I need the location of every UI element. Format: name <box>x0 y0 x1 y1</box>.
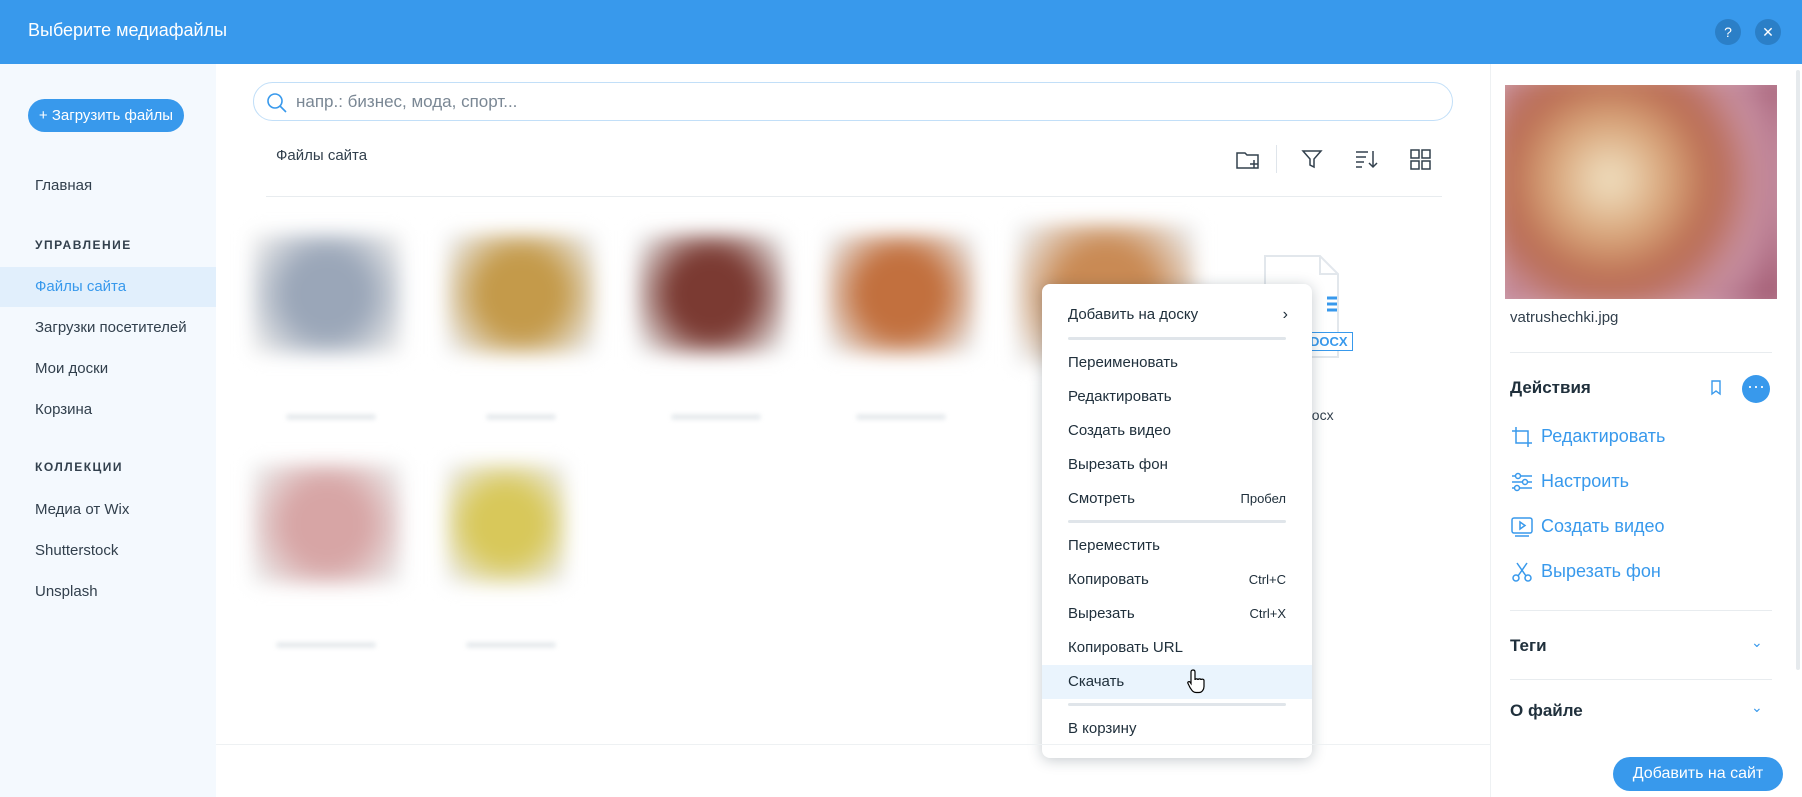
menu-item-label: Смотреть <box>1068 490 1135 507</box>
footer-divider <box>216 744 1490 745</box>
more-actions-button[interactable]: ··· <box>1742 375 1770 403</box>
sidebar-item-my-boards[interactable]: Мои доски <box>0 349 216 389</box>
menu-item-copy-url[interactable]: Копировать URL <box>1042 631 1312 665</box>
help-button[interactable]: ? <box>1715 19 1741 45</box>
sliders-icon <box>1512 472 1532 492</box>
close-button[interactable]: ✕ <box>1755 19 1781 45</box>
action-label: Настроить <box>1541 471 1629 491</box>
submenu-arrow-icon: › <box>1282 306 1288 323</box>
action-label: Редактировать <box>1541 426 1666 446</box>
media-thumbnail[interactable] <box>252 234 402 354</box>
menu-item-rename[interactable]: Переименовать <box>1042 346 1312 380</box>
breadcrumb: Файлы сайта <box>276 147 368 164</box>
menu-separator <box>1068 520 1286 523</box>
toolbar-divider <box>1276 145 1277 173</box>
search-box[interactable] <box>253 82 1453 121</box>
shortcut-label: Ctrl+C <box>1248 572 1286 587</box>
menu-item-remove-background[interactable]: Вырезать фон <box>1042 448 1312 482</box>
menu-item-label: Редактировать <box>1068 388 1172 405</box>
sidebar-item-trash[interactable]: Корзина <box>0 390 216 430</box>
search-input[interactable] <box>294 89 1434 115</box>
thumbnail-caption <box>286 414 376 420</box>
menu-item-view[interactable]: Смотреть Пробел <box>1042 482 1312 516</box>
menu-item-cut[interactable]: Вырезать Ctrl+X <box>1042 597 1312 631</box>
section-manage: УПРАВЛЕНИЕ <box>35 238 132 252</box>
about-file-heading[interactable]: О файле <box>1510 701 1583 721</box>
thumbnail-caption <box>671 414 761 420</box>
add-to-site-button[interactable]: Добавить на сайт <box>1613 757 1783 791</box>
sidebar-item-visitor-uploads[interactable]: Загрузки посетителей <box>0 308 216 348</box>
image-preview <box>1505 85 1777 299</box>
new-folder-icon[interactable] <box>1234 145 1262 173</box>
menu-item-label: Переместить <box>1068 537 1160 554</box>
sidebar-item-home[interactable]: Главная <box>0 166 216 206</box>
bookmark-icon[interactable] <box>1709 379 1723 397</box>
file-name: vatrushechki.jpg <box>1510 309 1619 326</box>
modal-header: Выберите медиафайлы ? ✕ <box>0 0 1802 64</box>
menu-item-move-to-trash[interactable]: В корзину <box>1042 712 1312 746</box>
menu-item-move[interactable]: Переместить <box>1042 529 1312 563</box>
filter-icon[interactable] <box>1298 145 1326 173</box>
video-icon <box>1511 517 1533 537</box>
hand-cursor-icon <box>1187 669 1205 694</box>
sidebar: + Загрузить файлы Главная УПРАВЛЕНИЕ Фай… <box>0 64 216 797</box>
search-icon <box>267 93 287 113</box>
sidebar-item-wix-media[interactable]: Медиа от Wix <box>0 490 216 530</box>
panel-divider <box>1510 352 1772 353</box>
media-thumbnail[interactable] <box>446 464 566 584</box>
image-preview-blur <box>1505 85 1777 299</box>
menu-item-copy[interactable]: Копировать Ctrl+C <box>1042 563 1312 597</box>
panel-divider <box>1510 679 1772 680</box>
grid-view-icon[interactable] <box>1406 145 1434 173</box>
menu-item-add-to-board[interactable]: Добавить на доску › <box>1042 298 1312 332</box>
menu-item-create-video[interactable]: Создать видео <box>1042 414 1312 448</box>
action-label: Создать видео <box>1541 516 1665 536</box>
shortcut-label: Пробел <box>1240 491 1287 506</box>
thumbnail-caption <box>856 414 946 420</box>
scissors-icon <box>1512 562 1532 582</box>
sidebar-item-shutterstock[interactable]: Shutterstock <box>0 531 216 571</box>
chevron-down-icon[interactable]: ⌄ <box>1751 699 1763 716</box>
media-thumbnail[interactable] <box>636 234 786 354</box>
menu-item-label: Вырезать <box>1068 605 1135 622</box>
media-thumbnail[interactable] <box>252 464 402 584</box>
action-label: Вырезать фон <box>1541 561 1661 581</box>
media-thumbnail[interactable] <box>446 234 596 354</box>
menu-item-label: Скачать <box>1068 673 1125 690</box>
menu-item-label: В корзину <box>1068 720 1137 737</box>
menu-item-edit[interactable]: Редактировать <box>1042 380 1312 414</box>
tags-heading[interactable]: Теги <box>1510 636 1547 656</box>
panel-divider <box>1510 610 1772 611</box>
menu-item-label: Копировать <box>1068 571 1149 588</box>
menu-item-label: Создать видео <box>1068 422 1171 439</box>
toolbar-divider-line <box>266 196 1442 197</box>
section-collections: КОЛЛЕКЦИИ <box>35 460 124 474</box>
thumbnail-caption <box>466 642 556 648</box>
menu-separator <box>1068 703 1286 706</box>
menu-separator <box>1068 337 1286 340</box>
scrollbar[interactable] <box>1796 70 1800 670</box>
upload-files-button[interactable]: + Загрузить файлы <box>28 99 184 132</box>
crop-icon <box>1512 427 1532 447</box>
actions-heading: Действия <box>1510 378 1591 397</box>
menu-item-label: Добавить на доску <box>1068 306 1199 323</box>
shortcut-label: Ctrl+X <box>1249 606 1286 621</box>
sort-icon[interactable] <box>1352 145 1380 173</box>
menu-item-label: Переименовать <box>1068 354 1178 371</box>
modal-title: Выберите медиафайлы <box>28 20 228 40</box>
thumbnail-caption <box>486 414 556 420</box>
file-details-panel: vatrushechki.jpg Действия ··· Редактиров… <box>1490 64 1802 797</box>
chevron-down-icon[interactable]: ⌄ <box>1751 634 1763 651</box>
sidebar-item-site-files[interactable]: Файлы сайта <box>0 267 216 307</box>
media-thumbnail[interactable] <box>826 234 976 354</box>
menu-item-label: Вырезать фон <box>1068 456 1168 473</box>
thumbnail-caption <box>276 642 376 648</box>
context-menu: Добавить на доску › Переименовать Редакт… <box>1042 284 1312 758</box>
sidebar-item-unsplash[interactable]: Unsplash <box>0 572 216 612</box>
menu-item-label: Копировать URL <box>1068 639 1183 656</box>
document-type-badge: DOCX <box>1305 332 1353 351</box>
menu-item-download[interactable]: Скачать <box>1042 665 1312 699</box>
